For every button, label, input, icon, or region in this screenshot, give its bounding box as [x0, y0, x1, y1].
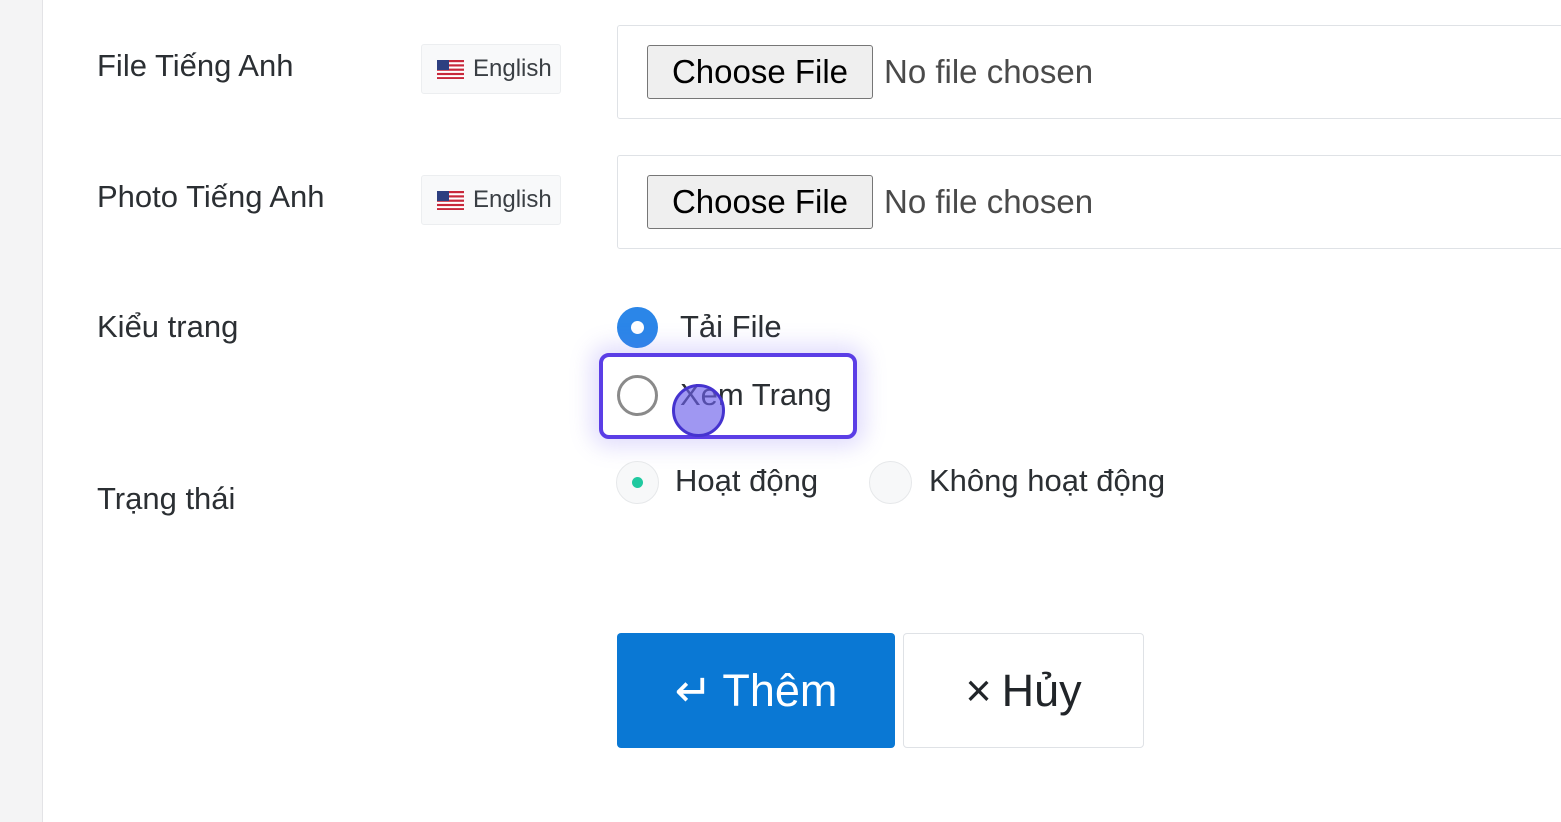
- photo-english-label: Photo Tiếng Anh: [97, 179, 325, 214]
- submit-button[interactable]: ↵ Thêm: [617, 633, 895, 748]
- file-english-input[interactable]: Choose File No file chosen: [617, 25, 1561, 119]
- status-label: Trạng thái: [97, 481, 236, 516]
- click-cursor-indicator: [672, 384, 725, 437]
- us-flag-icon: [437, 59, 464, 79]
- close-icon: ×: [965, 664, 992, 716]
- radio-unchecked-icon[interactable]: [617, 375, 658, 416]
- radio-checked-icon[interactable]: [617, 307, 658, 348]
- radio-label: Hoạt động: [675, 463, 819, 498]
- language-badge-label: English: [473, 186, 552, 213]
- radio-unchecked-icon[interactable]: [869, 461, 912, 504]
- cancel-button-label: Hủy: [1001, 664, 1082, 716]
- file-english-label: File Tiếng Anh: [97, 48, 294, 83]
- page-type-label: Kiểu trang: [97, 309, 239, 344]
- cancel-button[interactable]: × Hủy: [903, 633, 1144, 748]
- photo-english-input[interactable]: Choose File No file chosen: [617, 155, 1561, 249]
- file-chosen-status: No file chosen: [884, 183, 1094, 220]
- submit-button-label: Thêm: [722, 664, 838, 716]
- left-sidebar-edge: [0, 0, 43, 822]
- radio-checked-icon[interactable]: [616, 461, 659, 504]
- language-badge-photo: English: [421, 175, 561, 225]
- language-badge-file: English: [421, 44, 561, 94]
- file-chosen-status: No file chosen: [884, 53, 1094, 90]
- radio-label: Tải File: [680, 309, 782, 344]
- choose-file-button[interactable]: Choose File: [647, 175, 873, 229]
- choose-file-button[interactable]: Choose File: [647, 45, 873, 99]
- us-flag-icon: [437, 190, 464, 210]
- language-badge-label: English: [473, 55, 552, 82]
- return-arrow-icon: ↵: [674, 665, 713, 716]
- radio-label: Không hoạt động: [929, 463, 1166, 498]
